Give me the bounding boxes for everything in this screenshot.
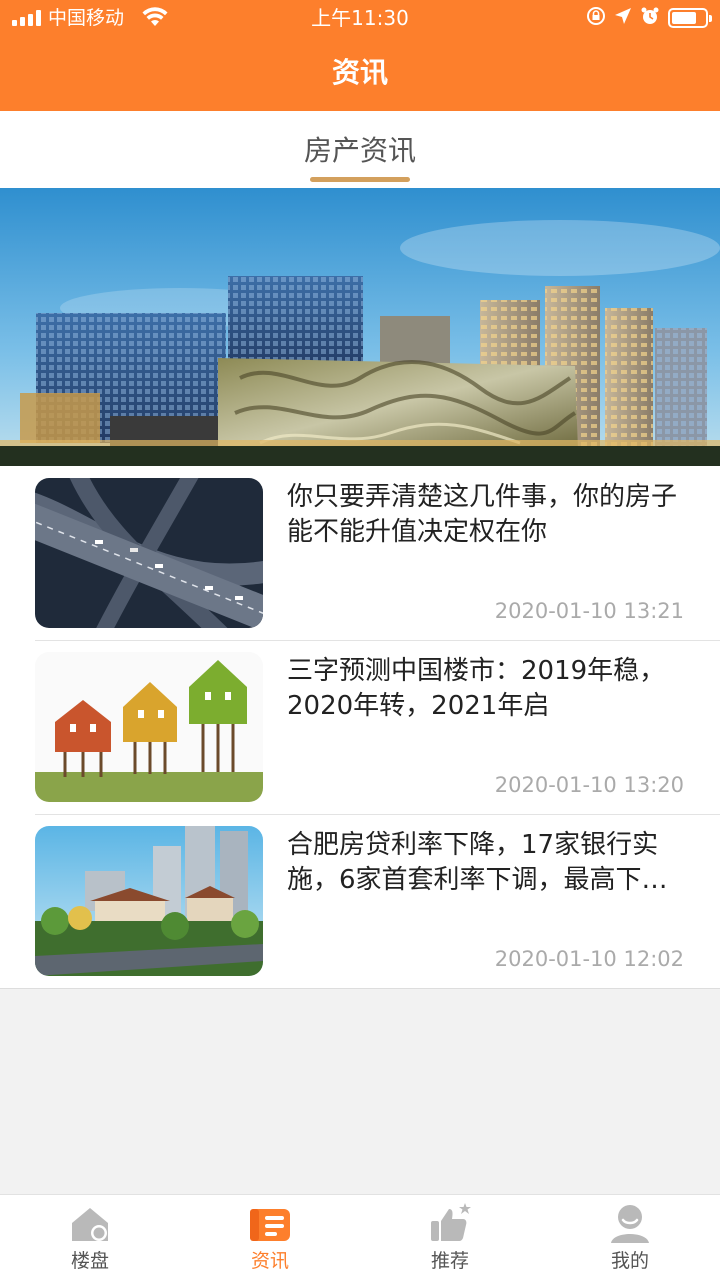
- tab-bar: 房产资讯: [0, 111, 720, 188]
- nav-label: 我的: [610, 1250, 649, 1272]
- news-list: 你只要弄清楚这几件事，你的房子能不能升值决定权在你 2020-01-10 13:…: [0, 466, 720, 989]
- nav-label: 资讯: [250, 1250, 289, 1272]
- news-title[interactable]: 你只要弄清楚这几件事，你的房子能不能升值决定权在你: [287, 480, 687, 550]
- tab-real-estate-news[interactable]: 房产资讯: [0, 133, 720, 169]
- alarm-icon: [640, 6, 660, 30]
- news-title[interactable]: 合肥房贷利率下降，17家银行实施，6家首套利率下调，最高下降15个基点: [287, 828, 687, 898]
- news-item[interactable]: 你只要弄清楚这几件事，你的房子能不能升值决定权在你 2020-01-10 13:…: [0, 466, 720, 640]
- news-thumbnail-highway: [35, 478, 263, 628]
- page-title: 资讯: [331, 56, 388, 89]
- news-item[interactable]: 合肥房贷利率下降，17家银行实施，6家首套利率下调，最高下降15个基点 2020…: [0, 814, 720, 988]
- thumbs-up-star-icon: [429, 1203, 471, 1245]
- battery-icon: [668, 8, 712, 28]
- rotation-lock-icon: [586, 6, 606, 30]
- user-icon: [609, 1203, 651, 1245]
- banner-image[interactable]: [0, 188, 720, 466]
- bottom-nav: 楼盘 资讯 推荐 我的: [0, 1194, 720, 1280]
- nav-label: 推荐: [430, 1250, 469, 1272]
- news-thumbnail-tree-houses: [35, 652, 263, 802]
- nav-item-news[interactable]: 资讯: [180, 1195, 360, 1280]
- news-thumbnail-residential: [35, 826, 263, 976]
- news-date: 2020-01-10 13:20: [494, 773, 684, 797]
- news-item[interactable]: 三字预测中国楼市：2019年稳，2020年转，2021年启 2020-01-10…: [0, 640, 720, 814]
- app-header: 中国移动 上午11:30 资讯: [0, 0, 720, 111]
- nav-item-properties[interactable]: 楼盘: [0, 1195, 180, 1280]
- news-title[interactable]: 三字预测中国楼市：2019年稳，2020年转，2021年启: [287, 654, 687, 724]
- news-date: 2020-01-10 13:21: [494, 599, 684, 623]
- news-icon: [249, 1203, 291, 1245]
- house-icon: [69, 1203, 111, 1245]
- news-date: 2020-01-10 12:02: [494, 947, 684, 971]
- tab-indicator: [310, 177, 410, 182]
- nav-item-recommend[interactable]: 推荐: [360, 1195, 540, 1280]
- location-icon: [614, 7, 632, 29]
- nav-label: 楼盘: [70, 1250, 109, 1272]
- status-icons: [586, 6, 712, 30]
- nav-item-me[interactable]: 我的: [540, 1195, 720, 1280]
- status-bar: 中国移动 上午11:30: [0, 0, 720, 38]
